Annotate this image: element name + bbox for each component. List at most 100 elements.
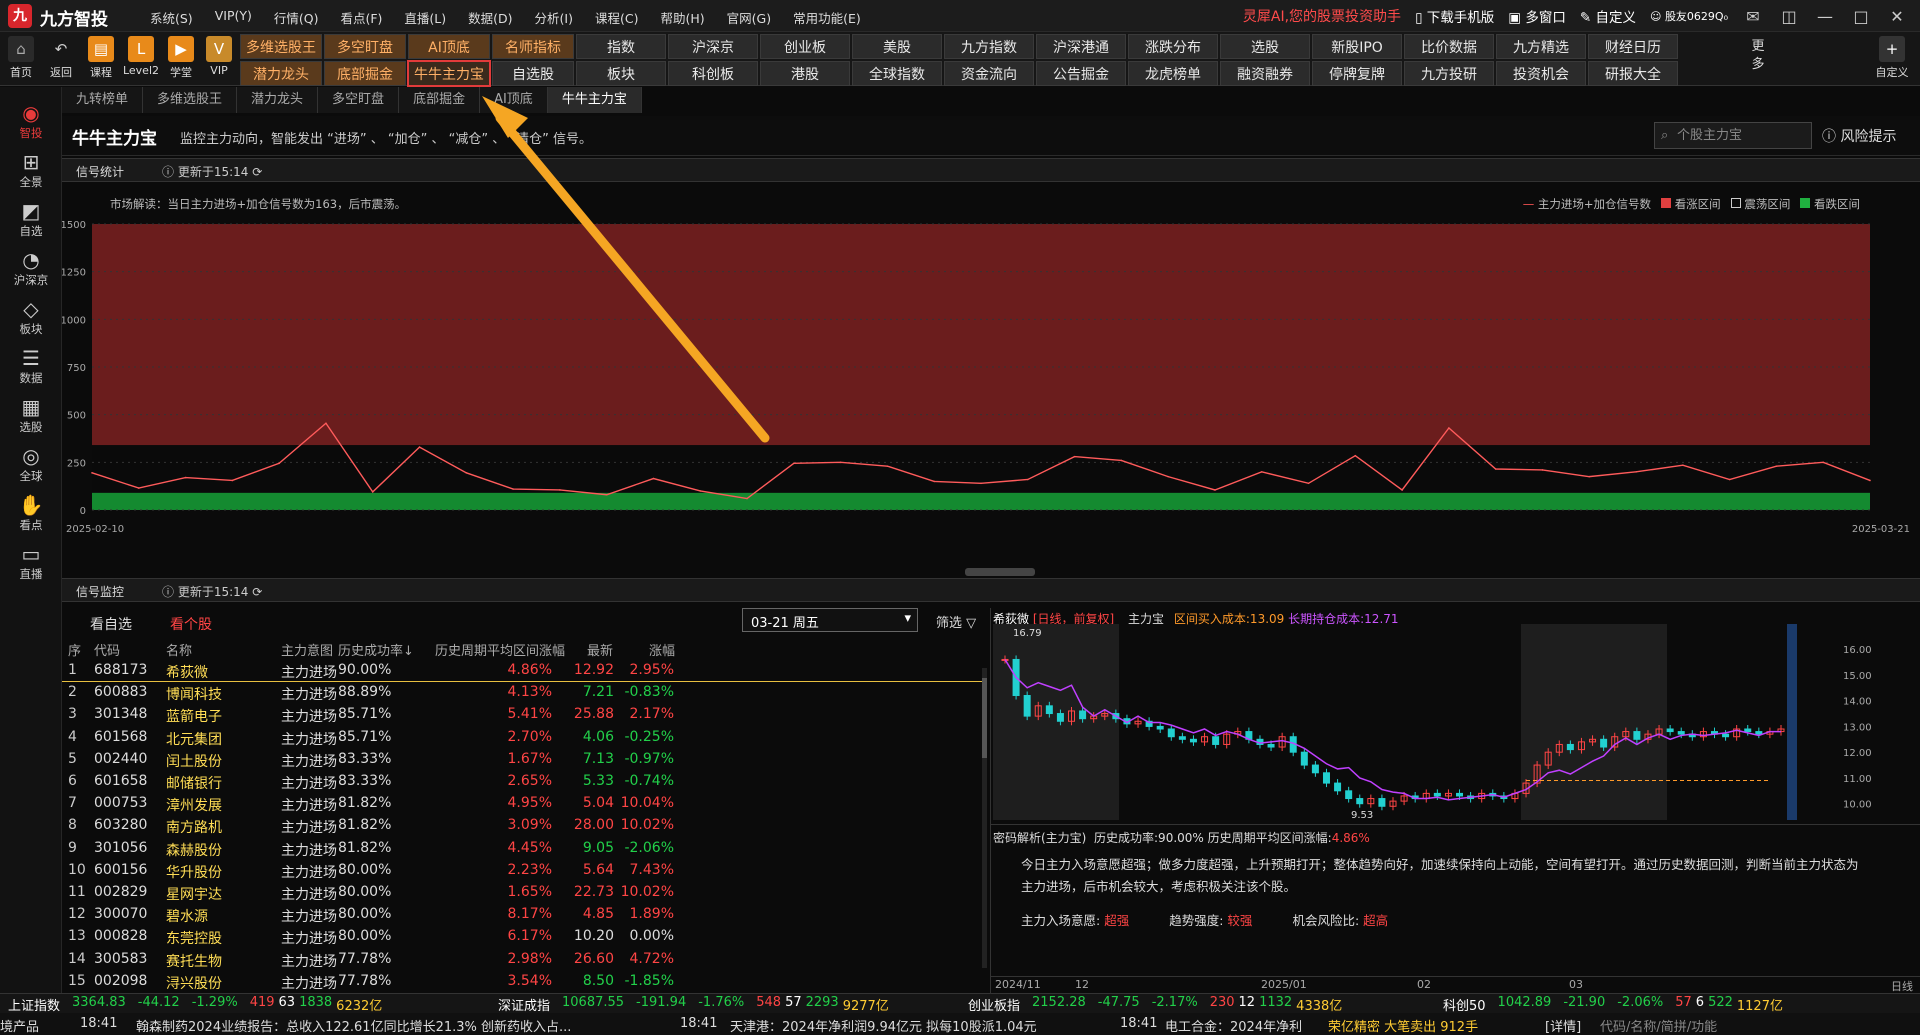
sidebar-item-1[interactable]: ⊞ 全景 — [0, 150, 62, 190]
sidebar-item-8[interactable]: ✋ 看点 — [0, 493, 62, 533]
table-row[interactable]: 1 688173 希荻微 主力进场 90.00% 4.86% 12.92 2.95% — [62, 660, 987, 682]
func-button-8-0[interactable]: 九方指数 — [944, 34, 1034, 59]
sidebar-item-3[interactable]: ◔ 沪深京 — [0, 248, 62, 288]
subtab-2[interactable]: 潜力龙头 — [237, 87, 319, 113]
filter-button[interactable]: 筛选 ▽ — [936, 612, 976, 631]
tab-all-stocks[interactable]: 看个股 — [170, 614, 212, 634]
func-button-3-0[interactable]: 名师指标 — [492, 34, 574, 59]
download-mobile-button[interactable]: ▯ 下载手机版 — [1415, 6, 1494, 26]
table-row[interactable]: 14 300583 赛托生物 主力进场 77.78% 2.98% 26.60 4.72% — [62, 949, 987, 971]
message-icon[interactable]: ✉ — [1742, 7, 1764, 26]
level2-button[interactable]: L Level2 — [122, 34, 160, 84]
table-row[interactable]: 2 600883 博闻科技 主力进场 88.89% 4.13% 7.21 -0.83% — [62, 682, 987, 704]
user-account[interactable]: ☺ 股友0629Q₀ — [1650, 8, 1728, 24]
customize-toolbar-button[interactable]: + 自定义 — [1866, 34, 1918, 84]
study-button[interactable]: ▶ 学堂 — [162, 34, 200, 84]
menu-item-6[interactable]: 分析(I) — [535, 8, 573, 27]
func-button-13-0[interactable]: 比价数据 — [1404, 34, 1494, 59]
subtab-6[interactable]: 牛牛主力宝 — [547, 87, 642, 113]
maximize-icon[interactable]: □ — [1850, 7, 1872, 26]
subtab-3[interactable]: 多空盯盘 — [318, 87, 400, 113]
refresh-icon[interactable]: ⟳ — [252, 585, 262, 599]
col-header-1[interactable]: 代码 — [94, 640, 120, 659]
subtab-1[interactable]: 多维选股王 — [143, 87, 238, 113]
panel-resize-handle[interactable] — [965, 568, 1035, 576]
more-button[interactable]: 更多 — [1746, 34, 1770, 84]
func-button-8-1[interactable]: 资金流向 — [944, 61, 1034, 86]
menu-item-8[interactable]: 帮助(H) — [660, 8, 704, 27]
table-row[interactable]: 4 601568 北元集团 主力进场 85.71% 2.70% 4.06 -0.25% — [62, 727, 987, 749]
func-button-5-1[interactable]: 科创板 — [668, 61, 758, 86]
minimize-icon[interactable]: — — [1814, 7, 1836, 26]
index-3[interactable]: 科创50 1042.89 -21.90 -2.06% 57 6 522 1127亿 — [1443, 995, 1783, 1014]
func-button-14-0[interactable]: 九方精选 — [1496, 34, 1586, 59]
refresh-icon[interactable]: ⟳ — [252, 165, 262, 179]
func-button-4-0[interactable]: 指数 — [576, 34, 666, 59]
func-button-2-1[interactable]: 牛牛主力宝 — [407, 60, 491, 87]
func-button-12-1[interactable]: 停牌复牌 — [1312, 61, 1402, 86]
func-button-9-1[interactable]: 公告掘金 — [1036, 61, 1126, 86]
vip-button[interactable]: V VIP — [200, 34, 238, 84]
table-row[interactable]: 10 600156 华升股份 主力进场 80.00% 2.23% 5.64 7.43% — [62, 860, 987, 882]
col-header-5[interactable]: 历史周期平均区间涨幅 — [435, 640, 565, 659]
risk-notice-link[interactable]: ⓘ 风险提示 — [1822, 126, 1896, 146]
func-button-0-1[interactable]: 潜力龙头 — [240, 61, 322, 86]
sidebar-item-4[interactable]: ◇ 板块 — [0, 297, 62, 337]
table-row[interactable]: 3 301348 蓝箭电子 主力进场 85.71% 5.41% 25.88 2.17% — [62, 704, 987, 726]
func-button-1-1[interactable]: 底部掘金 — [324, 61, 406, 86]
func-button-4-1[interactable]: 板块 — [576, 61, 666, 86]
table-row[interactable]: 9 301056 森赫股份 主力进场 81.82% 4.45% 9.05 -2.06% — [62, 838, 987, 860]
func-button-14-1[interactable]: 投资机会 — [1496, 61, 1586, 86]
menu-item-9[interactable]: 官网(G) — [727, 8, 771, 27]
subtab-5[interactable]: AI顶底 — [480, 87, 548, 113]
func-button-12-0[interactable]: 新股IPO — [1312, 34, 1402, 59]
table-row[interactable]: 11 002829 星网宇达 主力进场 80.00% 1.65% 22.73 10.02% — [62, 882, 987, 904]
sidebar-item-6[interactable]: ▦ 选股 — [0, 395, 62, 435]
index-0[interactable]: 上证指数 3364.83 -44.12 -1.29% 419 63 1838 6232亿 — [8, 995, 382, 1014]
sidebar-item-7[interactable]: ◎ 全球 — [0, 444, 62, 484]
func-button-15-1[interactable]: 研报大全 — [1588, 61, 1678, 86]
menu-item-7[interactable]: 课程(C) — [595, 8, 638, 27]
func-button-10-1[interactable]: 龙虎榜单 — [1128, 61, 1218, 86]
func-button-11-0[interactable]: 选股 — [1220, 34, 1310, 59]
table-scrollbar[interactable] — [982, 668, 987, 968]
menu-item-1[interactable]: VIP(Y) — [215, 8, 252, 27]
table-row[interactable]: 7 000753 漳州发展 主力进场 81.82% 4.95% 5.04 10.04% — [62, 793, 987, 815]
func-button-9-0[interactable]: 沪深港通 — [1036, 34, 1126, 59]
scroll-thumb[interactable] — [982, 678, 987, 758]
table-row[interactable]: 15 002098 浔兴股份 主力进场 77.78% 3.54% 8.50 -1.85% — [62, 971, 987, 993]
func-button-0-0[interactable]: 多维选股王 — [240, 34, 322, 59]
close-icon[interactable]: ✕ — [1886, 7, 1908, 26]
func-button-3-1[interactable]: 自选股 — [492, 61, 574, 86]
func-button-15-0[interactable]: 财经日历 — [1588, 34, 1678, 59]
index-1[interactable]: 深证成指 10687.55 -191.94 -1.76% 548 57 2293 9277亿 — [498, 995, 889, 1014]
func-button-2-0[interactable]: AI顶底 — [408, 34, 490, 59]
menu-item-3[interactable]: 看点(F) — [340, 8, 382, 27]
col-header-4[interactable]: 历史成功率↓ — [338, 640, 414, 659]
subtab-4[interactable]: 底部掘金 — [399, 87, 481, 113]
table-row[interactable]: 12 300070 碧水源 主力进场 80.00% 8.17% 4.85 1.89% — [62, 904, 987, 926]
ticker-item-8[interactable]: [详情] — [1545, 1016, 1581, 1035]
sidebar-item-9[interactable]: ▭ 直播 — [0, 542, 62, 582]
sidebar-item-5[interactable]: ☰ 数据 — [0, 346, 62, 386]
menu-item-2[interactable]: 行情(Q) — [274, 8, 319, 27]
menu-item-10[interactable]: 常用功能(E) — [793, 8, 861, 27]
col-header-2[interactable]: 名称 — [166, 640, 192, 659]
multi-window-button[interactable]: ▣ 多窗口 — [1508, 6, 1566, 26]
ai-slogan-link[interactable]: 灵犀AI,您的股票投资助手 — [1243, 6, 1401, 26]
table-row[interactable]: 8 603280 南方路机 主力进场 81.82% 3.09% 28.00 10.02% — [62, 815, 987, 837]
col-header-0[interactable]: 序 — [68, 640, 81, 659]
col-header-3[interactable]: 主力意图 — [281, 640, 333, 659]
tab-watchlist[interactable]: 看自选 — [90, 614, 132, 634]
func-button-10-0[interactable]: 涨跌分布 — [1128, 34, 1218, 59]
func-button-1-0[interactable]: 多空盯盘 — [324, 34, 406, 59]
func-button-6-0[interactable]: 创业板 — [760, 34, 850, 59]
sidebar-item-2[interactable]: ◩ 自选 — [0, 199, 62, 239]
func-button-6-1[interactable]: 港股 — [760, 61, 850, 86]
ticker-item-7[interactable]: 荣亿精密 大笔卖出 912手 — [1328, 1016, 1478, 1035]
back-button[interactable]: ↶ 返回 — [42, 34, 80, 84]
customize-button[interactable]: ✎ 自定义 — [1580, 6, 1636, 26]
func-button-7-1[interactable]: 全球指数 — [852, 61, 942, 86]
func-button-11-1[interactable]: 融资融券 — [1220, 61, 1310, 86]
k-period-label[interactable]: 日线 — [1891, 978, 1913, 994]
